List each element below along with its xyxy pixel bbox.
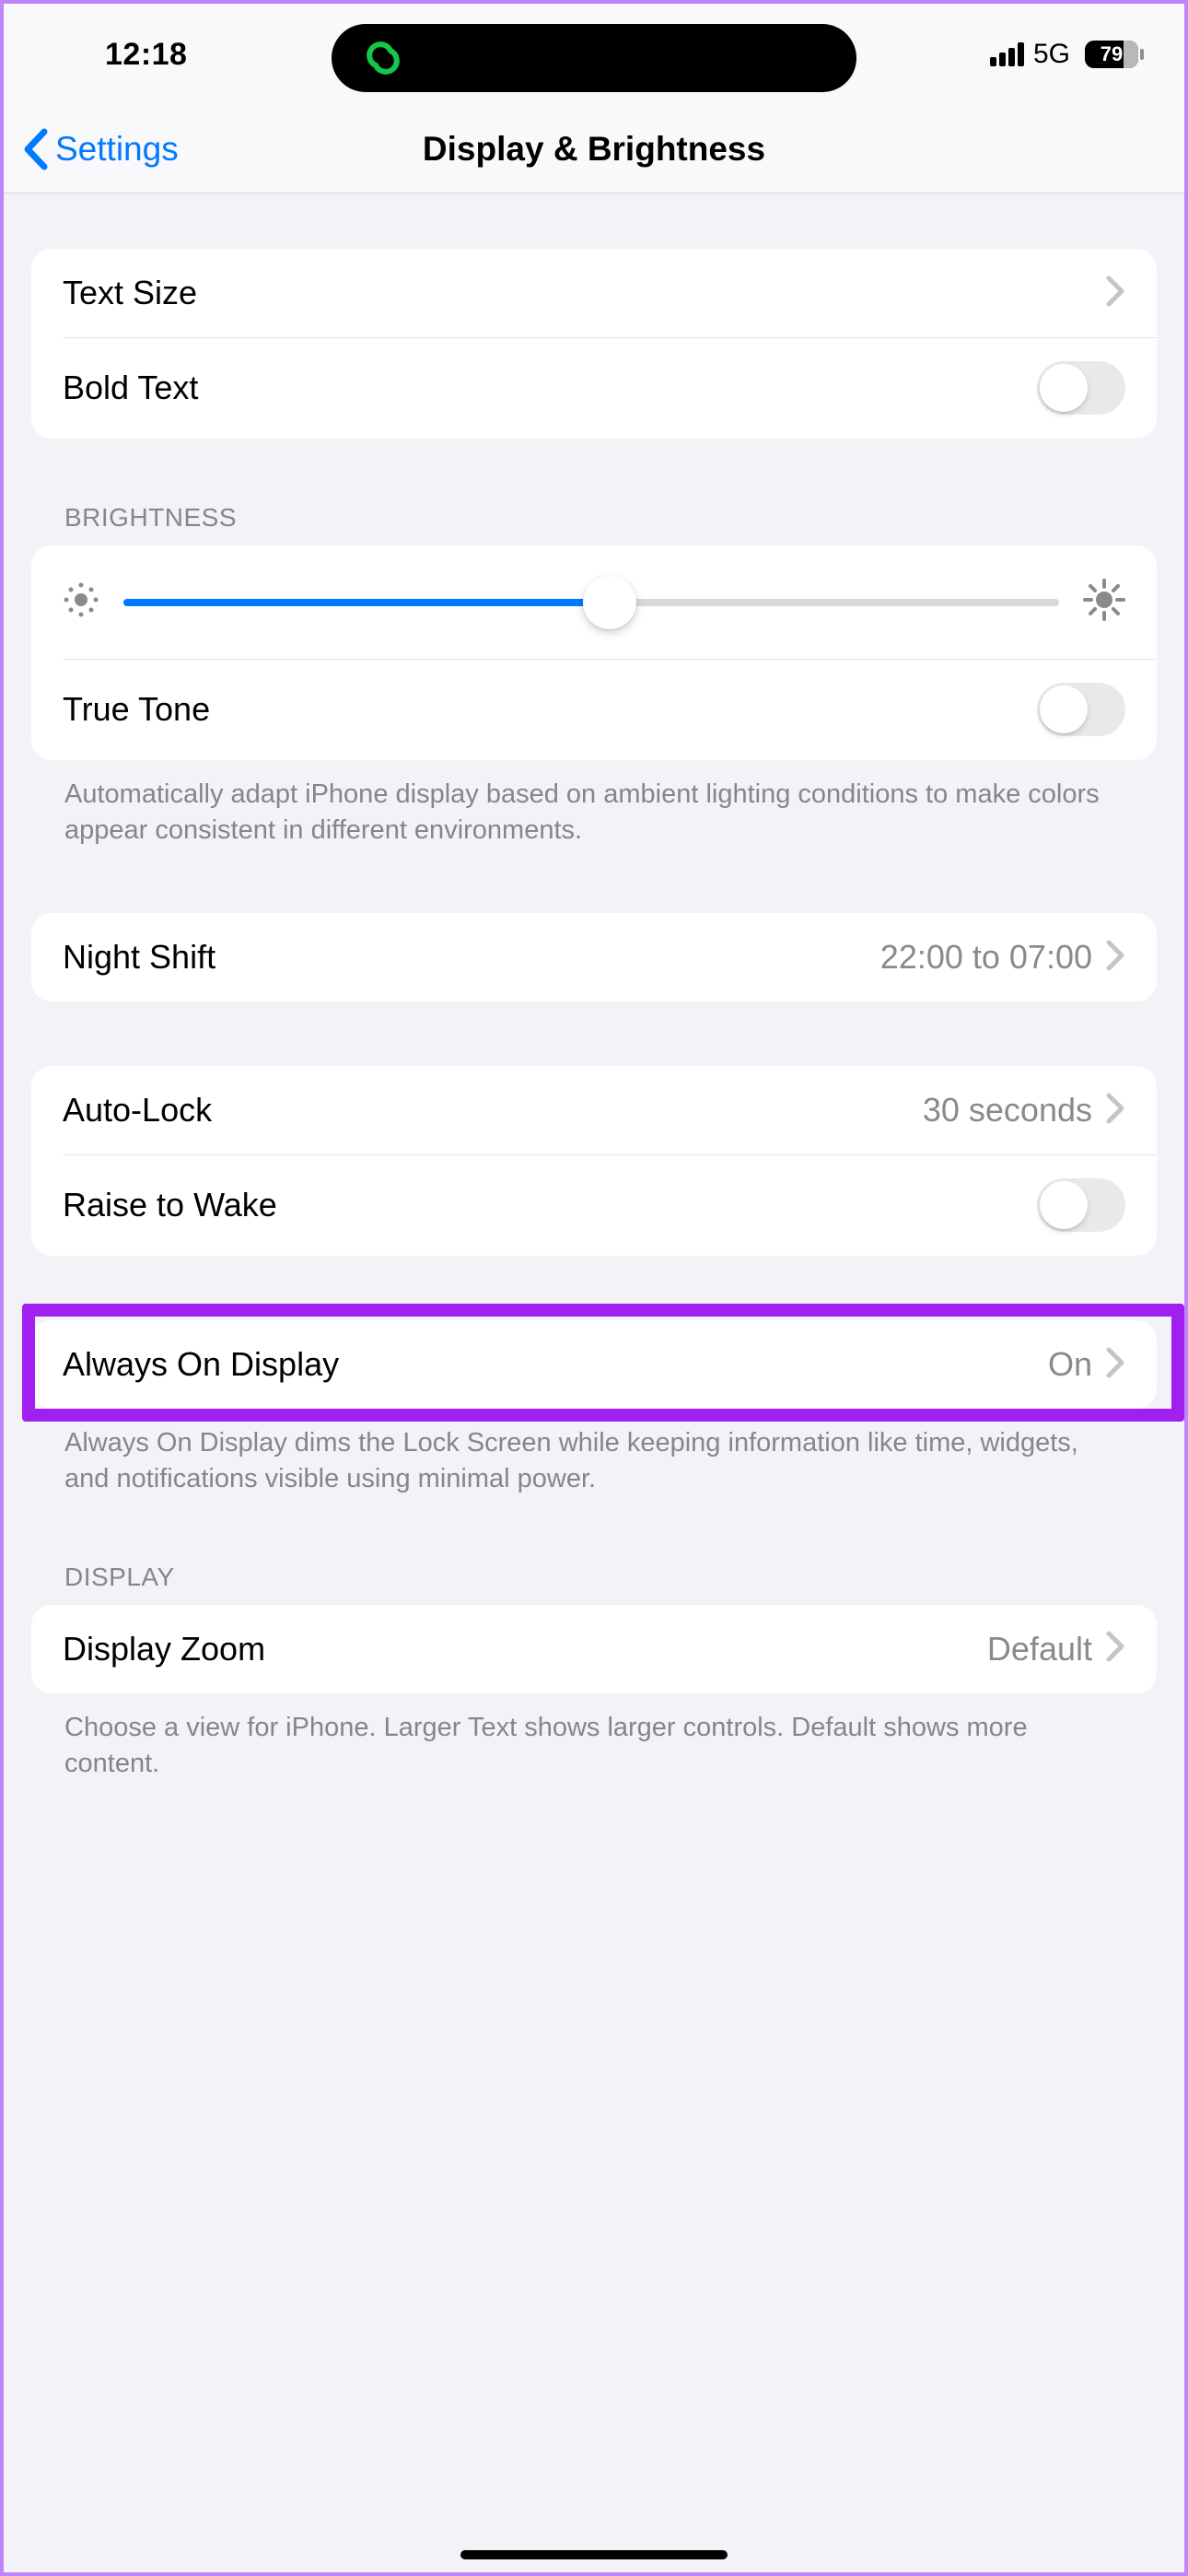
battery-icon: 79 xyxy=(1085,41,1138,68)
row-value: On xyxy=(1048,1345,1092,1384)
back-label: Settings xyxy=(55,130,179,169)
chevron-left-icon xyxy=(18,128,55,170)
true-tone-row: True Tone xyxy=(31,659,1157,760)
display-zoom-group: Display Zoom Default xyxy=(31,1605,1157,1693)
night-shift-row[interactable]: Night Shift 22:00 to 07:00 xyxy=(31,913,1157,1001)
row-value: 30 seconds xyxy=(923,1091,1092,1130)
dynamic-island[interactable] xyxy=(332,24,856,92)
display-zoom-row[interactable]: Display Zoom Default xyxy=(31,1605,1157,1693)
chevron-right-icon xyxy=(1105,1092,1125,1130)
network-label: 5G xyxy=(1033,39,1070,70)
row-label: Raise to Wake xyxy=(63,1186,1037,1224)
status-right: 5G 79 xyxy=(990,39,1138,70)
slider-thumb[interactable] xyxy=(583,576,636,629)
always-on-display-footer: Always On Display dims the Lock Screen w… xyxy=(31,1409,1157,1497)
always-on-display-row[interactable]: Always On Display On xyxy=(31,1320,1157,1409)
bold-text-row: Bold Text xyxy=(31,337,1157,439)
row-label: Auto-Lock xyxy=(63,1091,923,1130)
row-label: Bold Text xyxy=(63,369,1037,407)
row-label: True Tone xyxy=(63,690,1037,729)
chevron-right-icon xyxy=(1105,1346,1125,1384)
bold-text-toggle[interactable] xyxy=(1037,361,1125,415)
auto-lock-row[interactable]: Auto-Lock 30 seconds xyxy=(31,1066,1157,1154)
status-bar: 12:18 5G 79 xyxy=(4,4,1184,105)
back-button[interactable]: Settings xyxy=(4,128,179,170)
row-value: 22:00 to 07:00 xyxy=(880,938,1092,977)
true-tone-toggle[interactable] xyxy=(1037,683,1125,736)
home-indicator[interactable] xyxy=(460,2550,728,2559)
brightness-slider-row xyxy=(31,545,1157,659)
brightness-slider[interactable] xyxy=(123,599,1059,606)
row-label: Text Size xyxy=(63,274,1105,312)
link-icon xyxy=(359,34,407,82)
lock-group: Auto-Lock 30 seconds Raise to Wake xyxy=(31,1066,1157,1256)
nav-header: Settings Display & Brightness xyxy=(4,105,1184,193)
night-shift-group: Night Shift 22:00 to 07:00 xyxy=(31,913,1157,1001)
status-time: 12:18 xyxy=(105,37,187,73)
row-label: Night Shift xyxy=(63,938,880,977)
chevron-right-icon xyxy=(1105,939,1125,977)
row-label: Display Zoom xyxy=(63,1630,987,1669)
raise-to-wake-row: Raise to Wake xyxy=(31,1154,1157,1256)
text-group: Text Size Bold Text xyxy=(31,249,1157,439)
row-value: Default xyxy=(987,1630,1092,1669)
sun-min-icon xyxy=(63,581,99,623)
always-on-display-group: Always On Display On xyxy=(31,1320,1157,1409)
page-title: Display & Brightness xyxy=(423,130,765,169)
row-label: Always On Display xyxy=(63,1345,1048,1384)
brightness-header: Brightness xyxy=(31,503,1157,545)
display-zoom-footer: Choose a view for iPhone. Larger Text sh… xyxy=(31,1693,1157,1782)
chevron-right-icon xyxy=(1105,1630,1125,1668)
sun-max-icon xyxy=(1083,579,1125,626)
raise-to-wake-toggle[interactable] xyxy=(1037,1178,1125,1232)
chevron-right-icon xyxy=(1105,275,1125,312)
battery-level: 79 xyxy=(1101,42,1123,66)
true-tone-footer: Automatically adapt iPhone display based… xyxy=(31,760,1157,849)
display-header: Display xyxy=(31,1563,1157,1605)
cellular-signal-icon xyxy=(990,42,1024,66)
brightness-group: True Tone xyxy=(31,545,1157,760)
text-size-row[interactable]: Text Size xyxy=(31,249,1157,337)
